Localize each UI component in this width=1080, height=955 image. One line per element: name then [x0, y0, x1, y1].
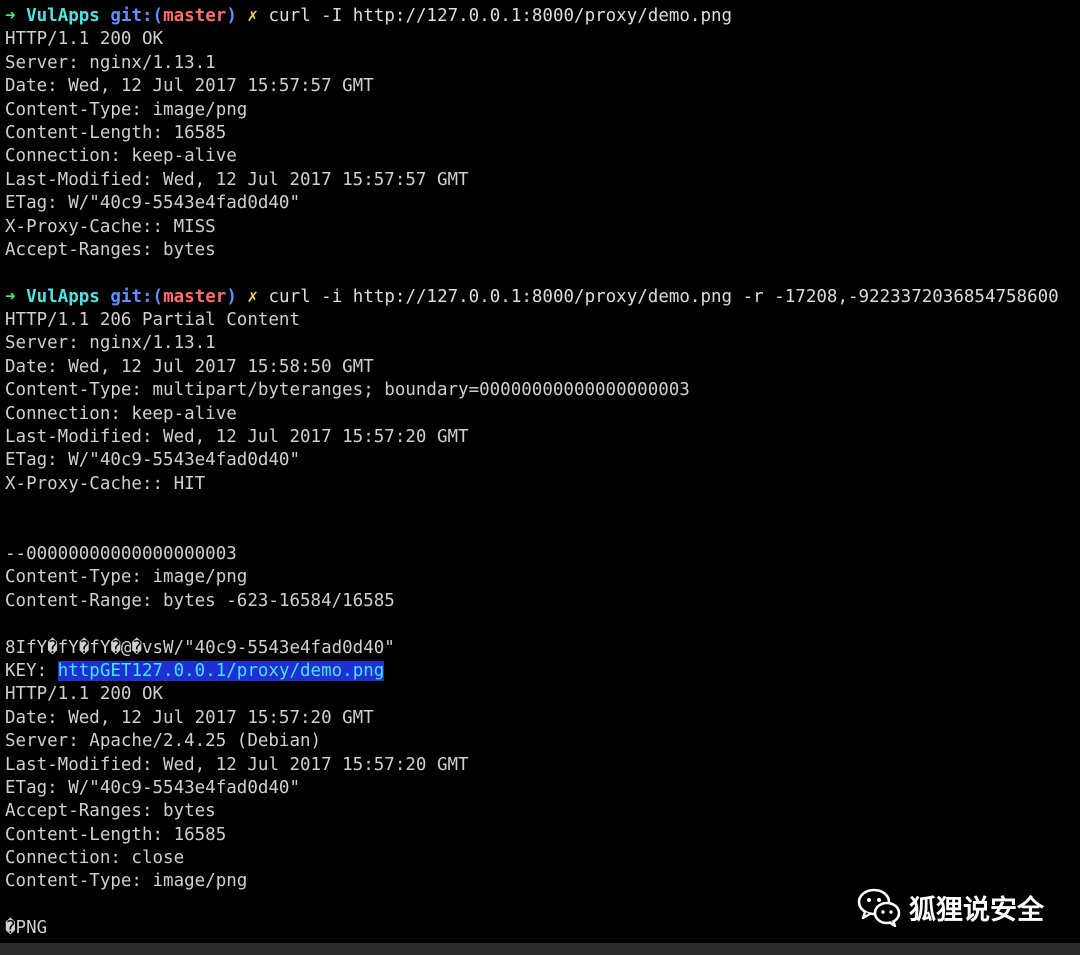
- boundary-line: Content-Type: image/png: [5, 567, 248, 588]
- terminal-window[interactable]: ➜ VulApps git:(master) ✗ curl -I http://…: [0, 0, 1080, 943]
- prompt-git-close: ): [226, 6, 237, 26]
- output-line: X-Proxy-Cache:: HIT: [5, 473, 206, 494]
- boundary-line: Content-Range: bytes -623-16584/16585: [5, 590, 395, 611]
- output-line: Date: Wed, 12 Jul 2017 15:57:57 GMT: [5, 76, 374, 97]
- watermark-text: 狐狸说安全: [909, 894, 1044, 926]
- prompt-arrow-icon: ➜: [5, 6, 16, 26]
- cache-key-label: KEY:: [5, 660, 58, 681]
- output-line: Last-Modified: Wed, 12 Jul 2017 15:57:20…: [5, 427, 469, 448]
- cached-header-line: Accept-Ranges: bytes: [5, 801, 216, 822]
- cached-header-line: Last-Modified: Wed, 12 Jul 2017 15:57:20…: [5, 754, 469, 775]
- command-text-2: curl -i http://127.0.0.1:8000/proxy/demo…: [268, 286, 1059, 307]
- prompt-arrow-icon: ➜: [5, 286, 16, 307]
- cache-key-selection[interactable]: httpGET127.0.0.1/proxy/demo.png: [57, 660, 385, 681]
- command-text-1: curl -I http://127.0.0.1:8000/proxy/demo…: [268, 6, 733, 26]
- prompt-git-label: git:(: [110, 286, 164, 307]
- output-line: Accept-Ranges: bytes: [5, 239, 216, 260]
- output-line: X-Proxy-Cache:: MISS: [5, 216, 216, 237]
- output-line: ETag: W/"40c9-5543e4fad0d40": [5, 193, 301, 214]
- prompt-dirty-icon: ✗: [247, 6, 258, 26]
- prompt-branch: master: [163, 6, 227, 26]
- output-line: Content-Length: 16585: [5, 122, 227, 143]
- boundary-line: --00000000000000000003: [5, 543, 237, 564]
- cached-header-line: Server: Apache/2.4.25 (Debian): [5, 731, 322, 752]
- bottom-bar: [0, 943, 1080, 955]
- prompt-directory: VulApps: [26, 286, 100, 307]
- prompt-dirty-icon: ✗: [247, 286, 258, 307]
- prompt-line-1: ➜ VulApps git:(master) ✗ curl -I http://…: [5, 5, 1080, 28]
- prompt-directory: VulApps: [26, 6, 100, 26]
- cache-key-line: KEY: httpGET127.0.0.1/proxy/demo.png: [5, 660, 1080, 683]
- cached-header-line: HTTP/1.1 200 OK: [5, 684, 164, 705]
- prompt-git-label: git:(: [110, 6, 164, 26]
- output-line: Server: nginx/1.13.1: [5, 333, 216, 354]
- output-line: Server: nginx/1.13.1: [5, 52, 216, 73]
- output-line: Last-Modified: Wed, 12 Jul 2017 15:57:57…: [5, 169, 469, 190]
- cached-header-line: Content-Length: 16585: [5, 824, 227, 845]
- cached-header-line: Connection: close: [5, 848, 185, 869]
- watermark: 狐狸说安全: [857, 887, 1044, 927]
- output-line: HTTP/1.1 200 OK: [5, 29, 164, 50]
- output-line: Date: Wed, 12 Jul 2017 15:58:50 GMT: [5, 356, 374, 377]
- output-line: Content-Type: multipart/byteranges; boun…: [5, 380, 690, 401]
- output-line: Connection: keep-alive: [5, 146, 237, 167]
- cached-header-line: Date: Wed, 12 Jul 2017 15:57:20 GMT: [5, 707, 374, 728]
- prompt-branch: master: [163, 286, 227, 307]
- prompt-line-2: ➜ VulApps git:(master) ✗ curl -i http://…: [5, 286, 1080, 309]
- output-line: Content-Type: image/png: [5, 99, 248, 120]
- prompt-git-close: ): [226, 286, 237, 307]
- output-line: Connection: keep-alive: [5, 403, 237, 424]
- output-line: HTTP/1.1 206 Partial Content: [5, 310, 301, 331]
- cached-header-line: ETag: W/"40c9-5543e4fad0d40": [5, 777, 301, 798]
- wechat-icon: [857, 888, 901, 927]
- leaked-memory-line: 8IfY�fY�fY�@�vsW/"40c9-5543e4fad0d40": [5, 637, 395, 658]
- output-line: ETag: W/"40c9-5543e4fad0d40": [5, 450, 301, 471]
